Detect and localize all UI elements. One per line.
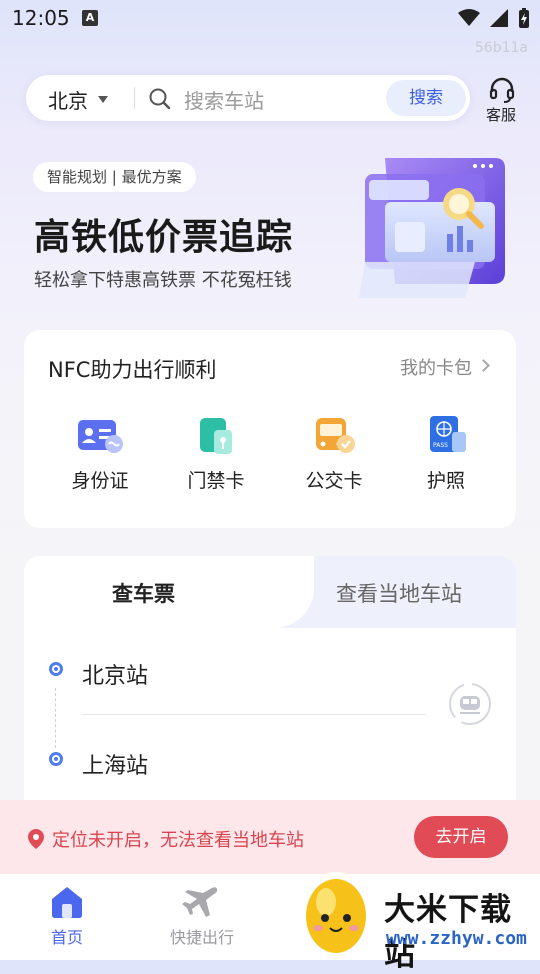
build-id: 56b11a	[474, 40, 528, 56]
banner-tag: 智能规划 | 最优方案	[33, 162, 196, 192]
search-icon	[149, 88, 171, 110]
swap-stations-icon[interactable]	[448, 682, 492, 726]
from-station[interactable]: 北京站	[82, 658, 148, 690]
airplane-icon	[182, 887, 218, 917]
headset-icon[interactable]	[488, 76, 516, 104]
nfc-item-label: 身份证	[71, 470, 129, 492]
ticket-tracker-illustration-icon[interactable]	[355, 152, 515, 302]
banner-title: 高铁低价票追踪	[34, 217, 294, 258]
customer-service-label[interactable]: 客服	[486, 104, 516, 125]
city-selector[interactable]: 北京	[48, 85, 88, 114]
caret-down-icon[interactable]	[98, 96, 108, 103]
nfc-item-access-card[interactable]: 门禁卡	[166, 416, 266, 493]
location-banner: 定位未开启，无法查看当地车站 去开启	[0, 800, 540, 874]
nav-label: 首页	[50, 928, 83, 947]
signal-icon	[490, 9, 508, 27]
access-card-icon	[200, 418, 232, 454]
notification-a-icon: A	[82, 10, 98, 26]
tab-local-stations[interactable]: 查看当地车站	[336, 578, 462, 608]
route-connector	[55, 688, 56, 748]
home-icon	[52, 887, 82, 918]
divider	[134, 87, 135, 109]
id-card-icon	[78, 420, 123, 453]
nav-home[interactable]: 首页	[27, 884, 107, 948]
search-input[interactable]: 搜索车站	[184, 85, 264, 114]
from-dot-icon	[49, 662, 63, 676]
nfc-item-passport[interactable]: PASS 护照	[396, 416, 496, 493]
to-station[interactable]: 上海站	[82, 748, 148, 780]
location-message: 定位未开启，无法查看当地车站	[52, 830, 304, 851]
nfc-title: NFC助力出行顺利	[48, 358, 217, 382]
nav-label: 快捷出行	[169, 928, 234, 947]
nfc-item-label: 公交卡	[305, 470, 363, 492]
watermark-logo	[300, 872, 372, 956]
my-wallet-link[interactable]: 我的卡包	[400, 354, 472, 380]
status-icons	[458, 8, 530, 28]
location-pin-icon	[28, 829, 44, 849]
search-bar: 北京 搜索车站 搜索	[26, 75, 470, 121]
nfc-item-label: 门禁卡	[187, 470, 245, 492]
banner-subtitle: 轻松拿下特惠高铁票 不花冤枉钱	[34, 270, 292, 291]
search-button[interactable]: 搜索	[386, 80, 466, 116]
nfc-card: NFC助力出行顺利 我的卡包 身份证 门禁卡 公交卡 PASS 护照	[24, 330, 516, 528]
divider	[82, 714, 426, 715]
to-dot-icon	[49, 752, 63, 766]
enable-location-button[interactable]: 去开启	[414, 816, 508, 858]
nfc-item-bus-card[interactable]: 公交卡	[284, 416, 384, 493]
wifi-icon	[458, 9, 480, 26]
bus-card-icon	[316, 418, 355, 453]
svg-text:PASS: PASS	[433, 442, 448, 449]
nav-quick-travel[interactable]: 快捷出行	[162, 884, 242, 948]
watermark-url: www.zzhyw.com	[386, 928, 527, 949]
passport-icon: PASS	[430, 416, 466, 452]
nfc-item-label: 护照	[426, 470, 465, 492]
chevron-right-icon[interactable]	[477, 359, 490, 372]
nfc-item-id-card[interactable]: 身份证	[50, 416, 150, 493]
battery-icon	[519, 8, 529, 28]
status-time: 12:05	[12, 6, 70, 30]
tab-ticket-search[interactable]: 查车票	[112, 578, 175, 608]
